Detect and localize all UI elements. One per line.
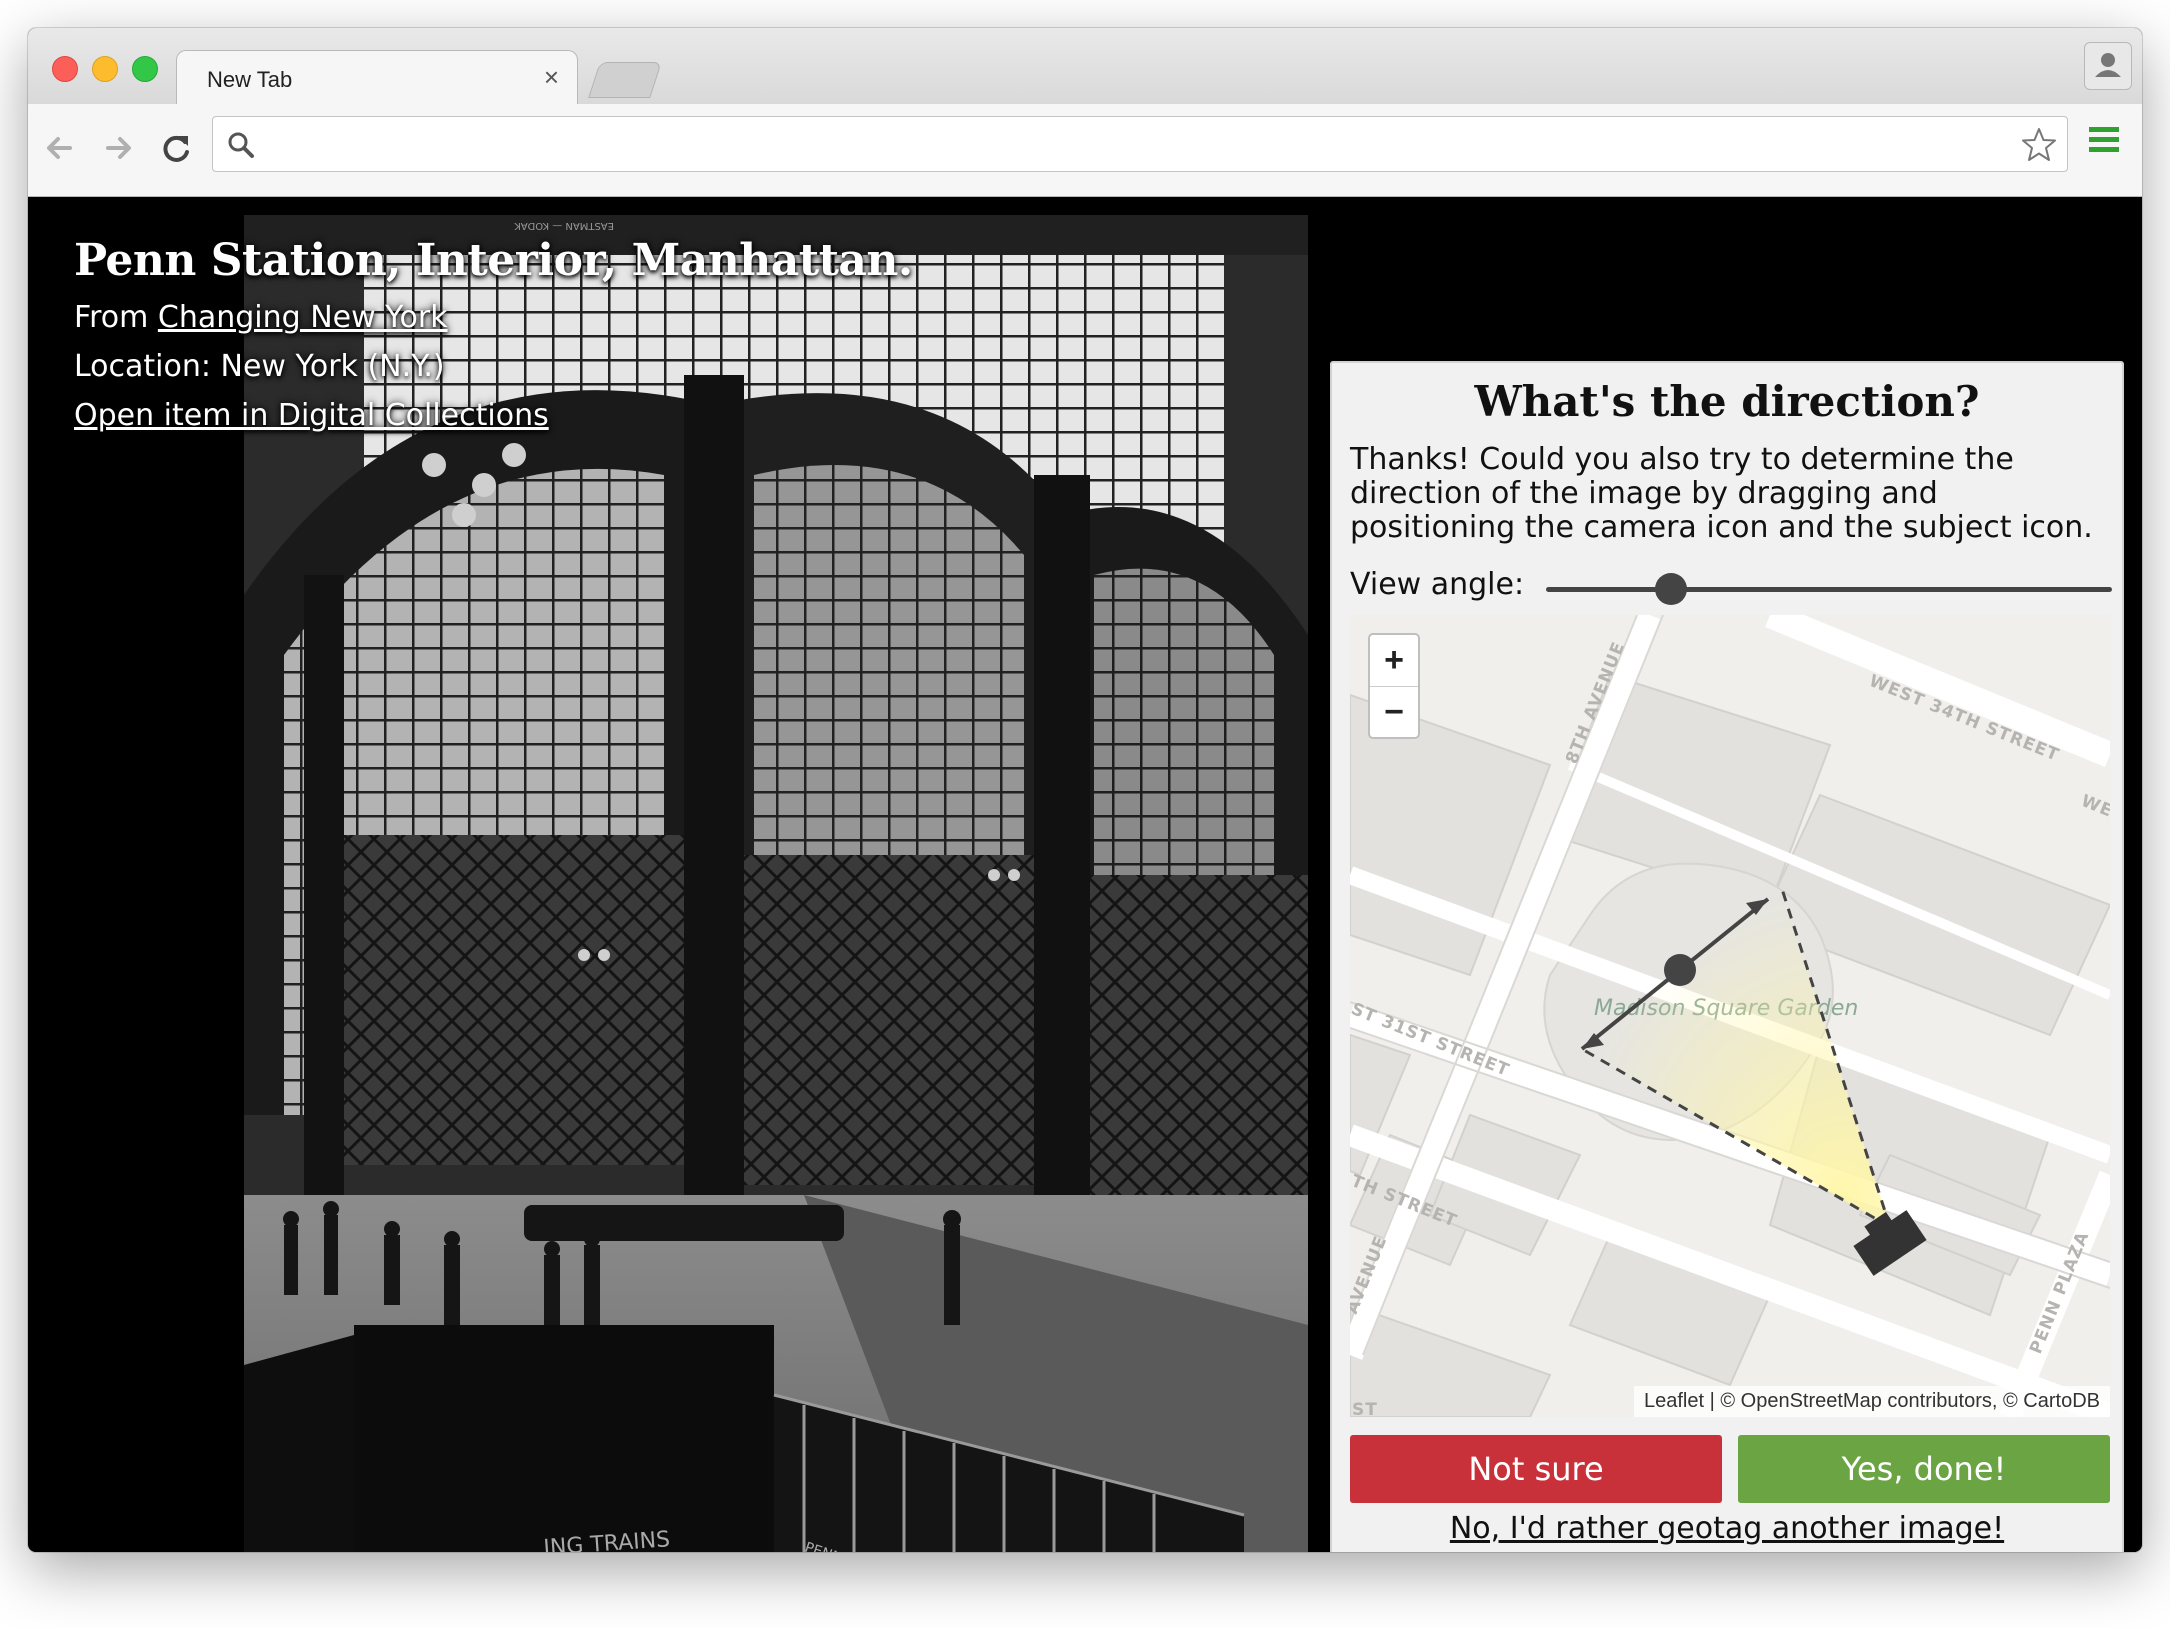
hamburger-menu-icon[interactable] xyxy=(2086,122,2122,158)
collection-link[interactable]: Changing New York xyxy=(158,300,448,335)
image-info: Penn Station, Interior, Manhattan. From … xyxy=(74,235,913,433)
person-icon xyxy=(2095,53,2121,77)
view-angle-slider-thumb[interactable] xyxy=(1654,573,1687,605)
image-title: Penn Station, Interior, Manhattan. xyxy=(74,235,913,286)
close-window-button[interactable] xyxy=(52,56,78,82)
address-bar[interactable] xyxy=(212,116,2068,172)
page-content: ING TRAINS PENNSYL EASTMAN — KODAK Penn … xyxy=(28,197,2142,1552)
panel-heading: What's the direction? xyxy=(1474,377,1980,426)
bookmark-star-icon[interactable] xyxy=(2019,125,2059,165)
profile-button[interactable] xyxy=(2084,42,2132,90)
maximize-window-button[interactable] xyxy=(132,56,158,82)
not-sure-button[interactable]: Not sure xyxy=(1350,1435,1722,1503)
open-item-paragraph: Open item in Digital Collections xyxy=(74,398,913,433)
photo-sign-top: EASTMAN — KODAK xyxy=(514,220,614,231)
view-angle-label: View angle: xyxy=(1350,567,1525,602)
tab-strip: New Tab × xyxy=(28,28,2142,107)
yes-done-button[interactable]: Yes, done! xyxy=(1738,1435,2110,1503)
subject-handle-icon[interactable] xyxy=(1664,954,1696,986)
panel-description: Thanks! Could you also try to determine … xyxy=(1350,442,2093,545)
image-source: From Changing New York xyxy=(74,300,913,335)
browser-window: New Tab × ING TRAINS EASTMAN — KODAK Pen… xyxy=(28,28,2142,1552)
open-digital-collections-link[interactable]: Open item in Digital Collections xyxy=(74,398,549,433)
zoom-in-button[interactable]: + xyxy=(1370,635,1418,687)
source-prefix: From xyxy=(74,300,158,335)
zoom-control: + − xyxy=(1368,633,1420,739)
new-tab-button[interactable] xyxy=(588,62,662,98)
tab-close-icon[interactable]: × xyxy=(544,62,559,92)
address-input[interactable] xyxy=(269,125,1993,165)
tab-new-tab[interactable]: New Tab × xyxy=(176,50,578,107)
image-location: Location: New York (N.Y.) xyxy=(74,349,445,384)
direction-panel: What's the direction? Thanks! Could you … xyxy=(1330,361,2124,1552)
zoom-out-button[interactable]: − xyxy=(1370,687,1418,738)
map-tiles: 8TH AVENUE WEST 34TH STREET WE ST 31ST S… xyxy=(1350,615,2110,1417)
map-attribution: Leaflet | © OpenStreetMap contributors, … xyxy=(1634,1386,2110,1417)
back-arrow-icon[interactable] xyxy=(40,128,80,168)
skip-image-link[interactable]: No, I'd rather geotag another image! xyxy=(1332,1511,2122,1546)
view-angle-slider[interactable] xyxy=(1546,587,2112,592)
reload-icon[interactable] xyxy=(156,128,196,168)
map[interactable]: 8TH AVENUE WEST 34TH STREET WE ST 31ST S… xyxy=(1350,615,2110,1417)
forward-arrow-icon[interactable] xyxy=(98,128,138,168)
browser-toolbar xyxy=(28,104,2142,197)
search-icon xyxy=(228,132,254,158)
map-label-st: ST xyxy=(1352,1400,1378,1417)
minimize-window-button[interactable] xyxy=(92,56,118,82)
tab-title: New Tab xyxy=(207,67,293,92)
